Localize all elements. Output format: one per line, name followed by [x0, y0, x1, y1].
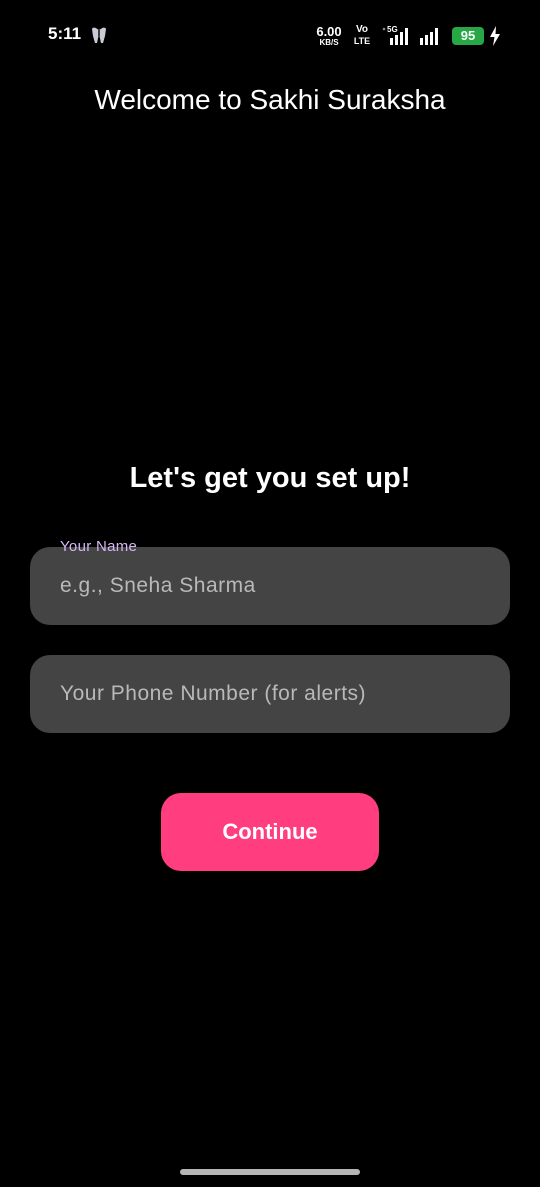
network-speed-indicator: 6.00 KB/S — [313, 25, 345, 47]
continue-button[interactable]: Continue — [161, 793, 379, 871]
home-indicator[interactable] — [180, 1169, 360, 1175]
volte-bottom: LTE — [353, 36, 371, 46]
status-bar: 5:11 6.00 KB/S Vo LTE 5G 95 — [0, 0, 540, 72]
network-speed-unit: KB/S — [319, 38, 339, 47]
volte-indicator: Vo LTE — [349, 25, 375, 46]
app-title: Welcome to Sakhi Suraksha — [94, 84, 446, 115]
name-input[interactable] — [30, 547, 510, 625]
status-time: 5:11 — [48, 24, 82, 43]
signal-bars-icon — [418, 27, 442, 45]
charging-bolt-icon — [489, 26, 501, 46]
signal-bars-icon: 5G — [381, 25, 411, 47]
phone-input[interactable] — [30, 655, 510, 733]
name-field-label: Your Name — [60, 538, 138, 555]
battery-indicator: 95 — [452, 27, 484, 45]
setup-heading: Let's get you set up! — [129, 462, 411, 494]
volte-top: Vo — [355, 24, 369, 35]
tooth-icon — [90, 27, 108, 44]
network-speed-value: 6.00 — [316, 24, 342, 39]
